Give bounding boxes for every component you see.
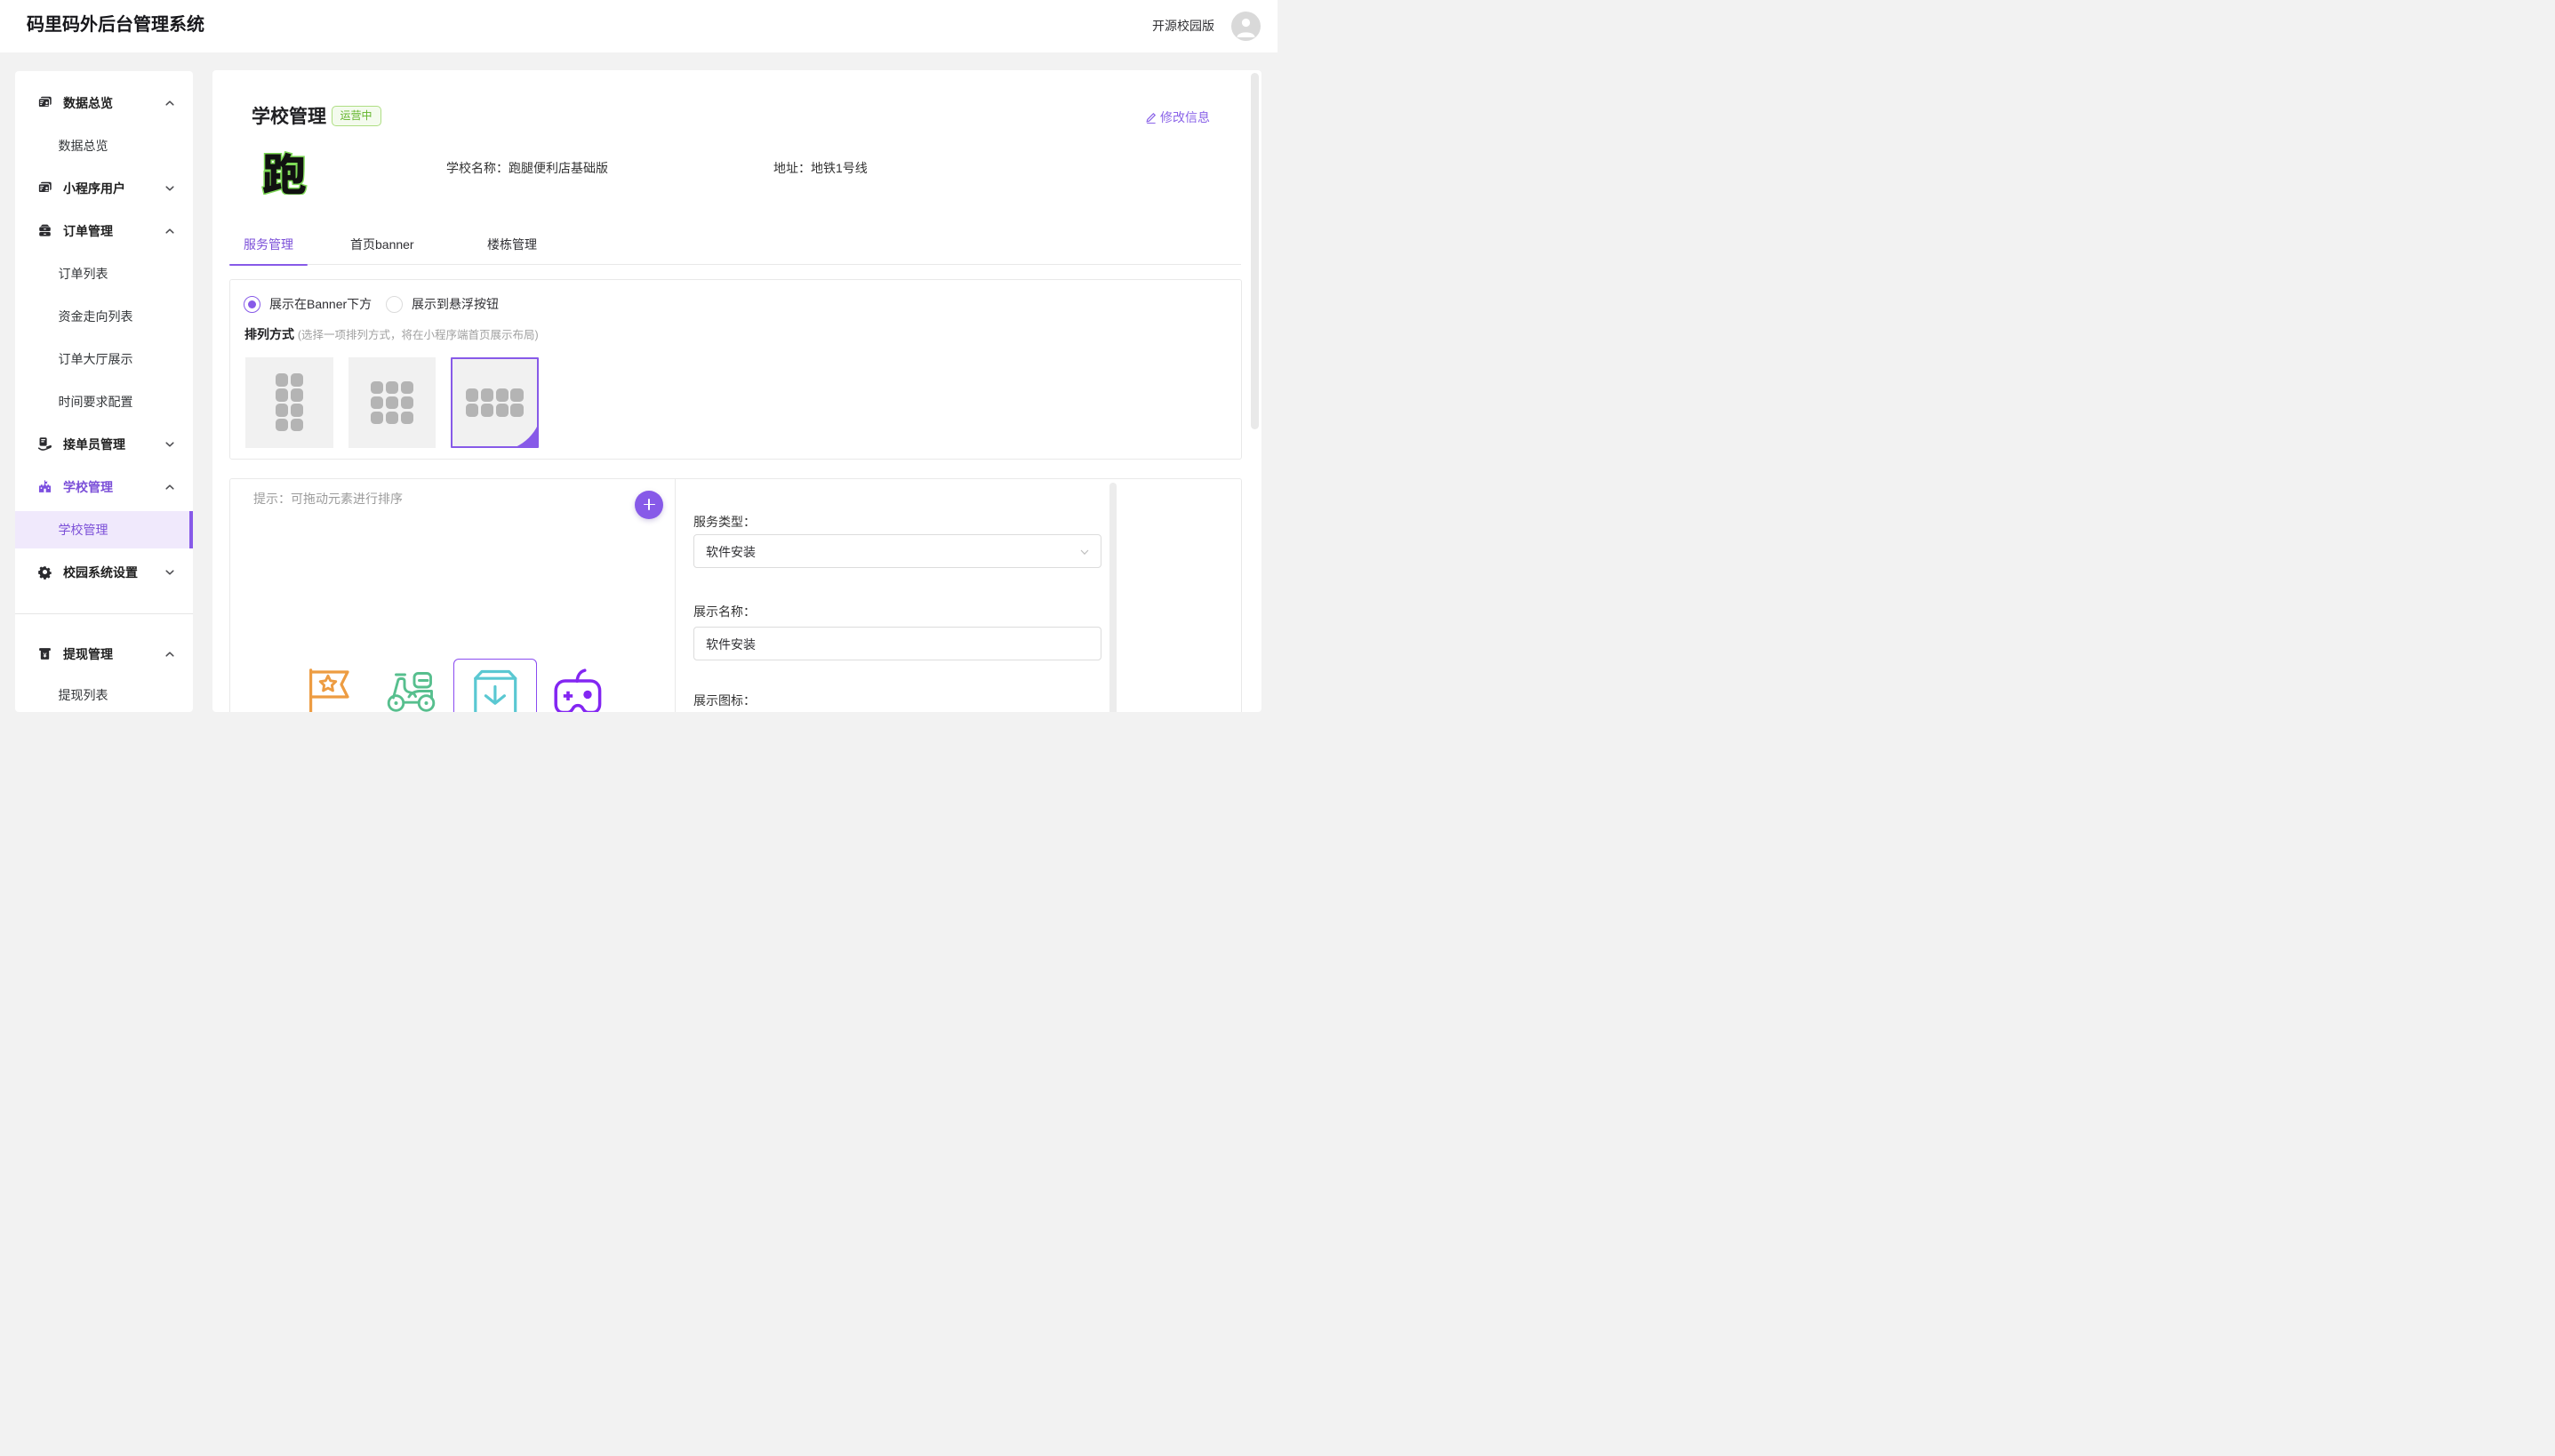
svg-text:跑: 跑 (262, 148, 307, 195)
svg-text:¥: ¥ (43, 652, 46, 660)
